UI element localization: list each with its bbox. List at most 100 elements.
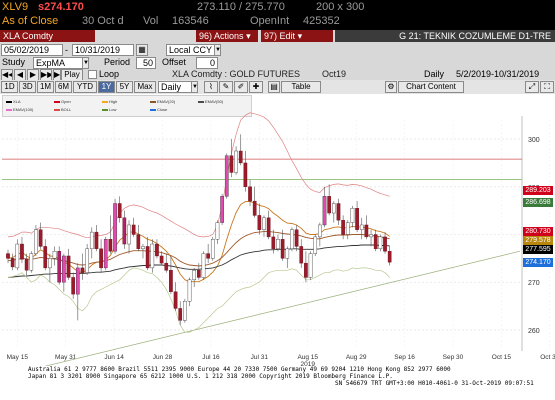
x-tick-label: May 15	[7, 354, 29, 361]
quote-header: XLV9 s274.170 273.110 / 275.770 200 x 30…	[0, 0, 555, 30]
period-6m[interactable]: 6M	[55, 81, 72, 93]
table-icon[interactable]: ▤	[268, 81, 280, 93]
loop-checkbox[interactable]	[88, 70, 97, 79]
candle-body	[183, 301, 187, 321]
x-tick-label: May 31	[55, 354, 77, 361]
period-1y[interactable]: 1Y	[98, 81, 115, 93]
period-3d[interactable]: 3D	[19, 81, 36, 93]
period-max[interactable]: Max	[134, 81, 156, 93]
start-date-input[interactable]: 05/02/2019	[1, 44, 63, 56]
edit-label: Edit	[279, 31, 296, 41]
candle-body	[34, 229, 38, 254]
candle-body	[294, 229, 299, 247]
price-tag: 289.203	[523, 186, 553, 196]
candle-body	[66, 255, 71, 278]
chevron-down-icon[interactable]: ▼	[82, 57, 89, 69]
ticker[interactable]: XLV9	[2, 1, 28, 13]
candle-body	[304, 262, 308, 278]
candle-body	[136, 234, 141, 250]
candle-body	[178, 308, 183, 321]
candle-body	[327, 196, 331, 214]
candle-body	[29, 253, 34, 271]
footer: Australia 61 2 9777 8600 Brazil 5511 239…	[0, 366, 555, 400]
period-5y[interactable]: 5Y	[116, 81, 133, 93]
expand-icon[interactable]: ⛶	[540, 81, 554, 93]
calendar-icon[interactable]: ▦	[136, 44, 148, 56]
x-tick-label: Oct 31	[540, 354, 555, 361]
crosshair-icon[interactable]: ✚	[249, 81, 263, 93]
candle-body	[341, 219, 345, 235]
candle-body	[94, 231, 99, 250]
table-button[interactable]: Table	[281, 81, 321, 93]
study-label: Study	[2, 57, 26, 67]
candle-body	[122, 217, 127, 245]
as-of-date: 30 Oct d	[82, 15, 124, 27]
candle-body	[103, 239, 108, 269]
period-input[interactable]: 50	[136, 57, 156, 69]
open-interest-value: 425352	[303, 15, 340, 27]
chevron-down-icon: ▾	[297, 31, 303, 41]
period-1d[interactable]: 1D	[1, 81, 18, 93]
window-title: G 21: TEKNIK COZUMLEME D1-TRE	[335, 30, 555, 42]
candle-body	[336, 203, 341, 221]
period-label: Period	[104, 57, 131, 67]
candle-body	[187, 279, 192, 302]
date-separator: -	[65, 45, 68, 55]
candle-body	[350, 208, 355, 223]
candle-body	[383, 236, 387, 252]
candle-body	[387, 250, 392, 263]
candle-body	[331, 203, 336, 214]
chevron-down-icon[interactable]: ▼	[191, 81, 198, 93]
x-tick-label: Jul 16	[202, 354, 220, 361]
candle-body	[266, 217, 271, 238]
edit-number: 97)	[264, 31, 278, 41]
edit-menu[interactable]: 97) Edit ▾	[261, 30, 333, 42]
candle-body	[364, 224, 369, 238]
candle-body	[117, 203, 122, 219]
actions-menu[interactable]: 96) Actions ▾	[196, 30, 258, 42]
frequency-select-value: Daily	[161, 82, 182, 92]
candle-body	[234, 150, 238, 173]
x-tick-label: Sep 16	[394, 354, 415, 361]
series-line	[7, 112, 390, 239]
candle-body	[271, 236, 276, 250]
candle-body	[85, 248, 89, 273]
chevron-down-icon[interactable]: ▼	[214, 44, 221, 56]
security-field[interactable]: XLA Comdty	[0, 30, 95, 42]
chart-toolbar: XLA Comdty G 21: TEKNIK COZUMLEME D1-TRE…	[0, 30, 555, 81]
period-1m[interactable]: 1M	[37, 81, 54, 93]
period-bar: 1D 3D 1M 6M YTD 1Y 5Y Max Daily ▼ ⌇ ✎ ✐ …	[0, 80, 555, 94]
candle-body	[57, 250, 62, 283]
volume-label: Vol	[143, 15, 159, 27]
candle-body	[248, 186, 252, 202]
price-tag: 277.595	[523, 244, 553, 254]
end-date-input[interactable]: 10/31/2019	[72, 44, 134, 56]
candle-body	[299, 246, 304, 264]
annotate-icon[interactable]: ✐	[234, 81, 248, 93]
chevron-down-icon: ▾	[246, 31, 251, 41]
line-chart-icon[interactable]: ⌇	[204, 81, 218, 93]
chart-title: XLA Comdty : GOLD FUTURES	[172, 69, 301, 79]
candle-body	[75, 267, 80, 295]
price-tag: 274.170	[523, 257, 553, 267]
candle-body	[318, 224, 322, 238]
candle-body	[220, 196, 224, 223]
candle-body	[197, 270, 201, 278]
last-price: s274.170	[38, 1, 84, 13]
candle-body	[359, 224, 364, 230]
y-tick-label: 270	[528, 280, 540, 287]
price-chart[interactable]: 260270280290300May 15May 31Jun 14Jun 28J…	[0, 94, 555, 366]
currency-select[interactable]: Local CCY	[166, 44, 221, 56]
draw-icon[interactable]: ✎	[219, 81, 233, 93]
study-select[interactable]: ExpMA	[33, 57, 88, 69]
candle-body	[10, 258, 15, 268]
period-ytd[interactable]: YTD	[73, 81, 97, 93]
candle-body	[322, 196, 327, 226]
zoom-icon[interactable]: ⤢	[525, 81, 539, 93]
as-of-label: As of Close	[2, 15, 59, 27]
gear-icon[interactable]: ⚙	[385, 81, 397, 93]
candle-body	[243, 162, 248, 187]
candle-body	[71, 277, 75, 295]
chart-content-button[interactable]: Chart Content	[398, 81, 464, 93]
candle-body	[38, 229, 43, 247]
